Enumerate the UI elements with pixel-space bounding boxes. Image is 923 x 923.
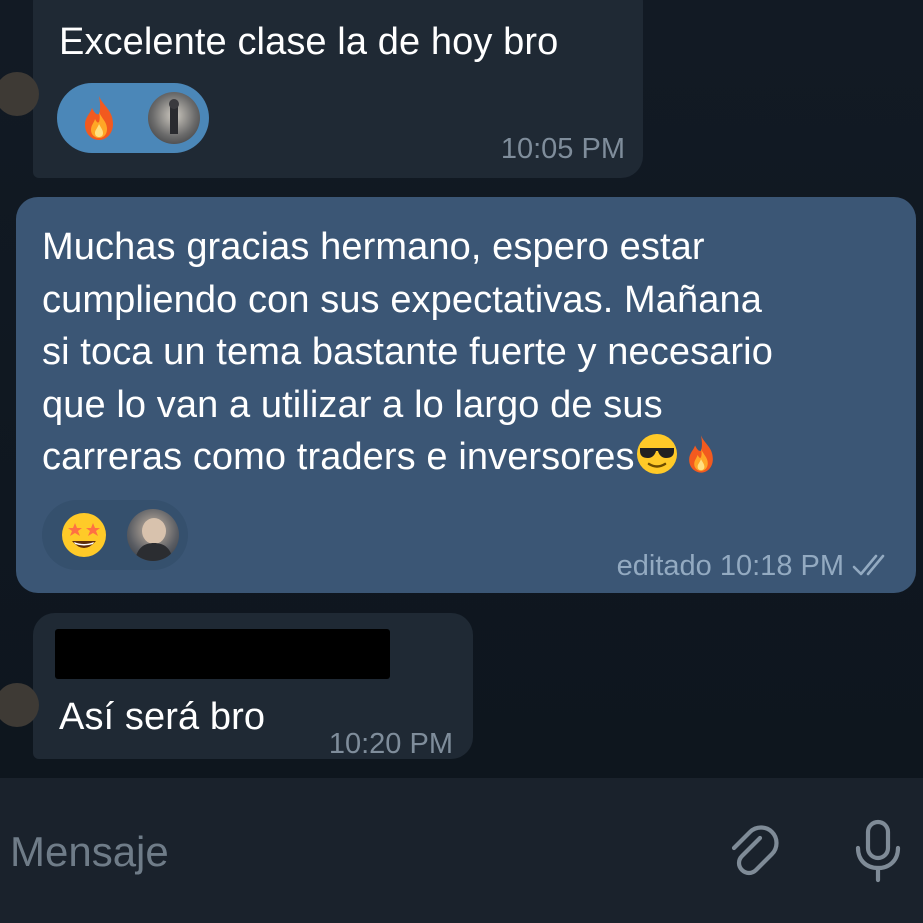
message-timestamp: editado 10:18 PM [616, 550, 844, 582]
message-bubble-incoming[interactable]: Así será bro 10:20 PM [0, 613, 473, 760]
fire-emoji-icon [688, 435, 713, 473]
message-bubble-outgoing[interactable]: Muchas gracias hermano, espero estar cum… [16, 197, 916, 593]
chat-screen: Excelente clase la de hoy bro 10:05 PM M… [0, 0, 923, 923]
message-bubble-incoming[interactable]: Excelente clase la de hoy bro 10:05 PM [0, 0, 643, 178]
star-struck-emoji-icon [62, 513, 106, 557]
message-text: Así será bro [59, 696, 266, 738]
message-composer [0, 778, 923, 923]
reactor-avatar [127, 509, 179, 561]
sunglasses-emoji-icon [636, 434, 677, 474]
sender-avatar[interactable] [0, 72, 39, 116]
redacted-sender-name [55, 629, 390, 679]
message-timestamp: 10:05 PM [500, 133, 625, 165]
message-input[interactable] [8, 816, 692, 888]
reaction-chip[interactable] [57, 83, 209, 153]
fire-emoji-icon [85, 96, 113, 140]
message-text: Muchas gracias hermano, espero estar cum… [42, 221, 912, 484]
double-check-icon [852, 554, 885, 576]
message-timestamp: 10:20 PM [328, 728, 453, 760]
paperclip-icon[interactable] [720, 816, 784, 886]
message-text: Excelente clase la de hoy bro [59, 21, 559, 63]
reactor-avatar [148, 92, 200, 144]
reaction-chip[interactable] [42, 500, 188, 570]
microphone-icon[interactable] [846, 816, 910, 886]
sender-avatar[interactable] [0, 683, 39, 727]
